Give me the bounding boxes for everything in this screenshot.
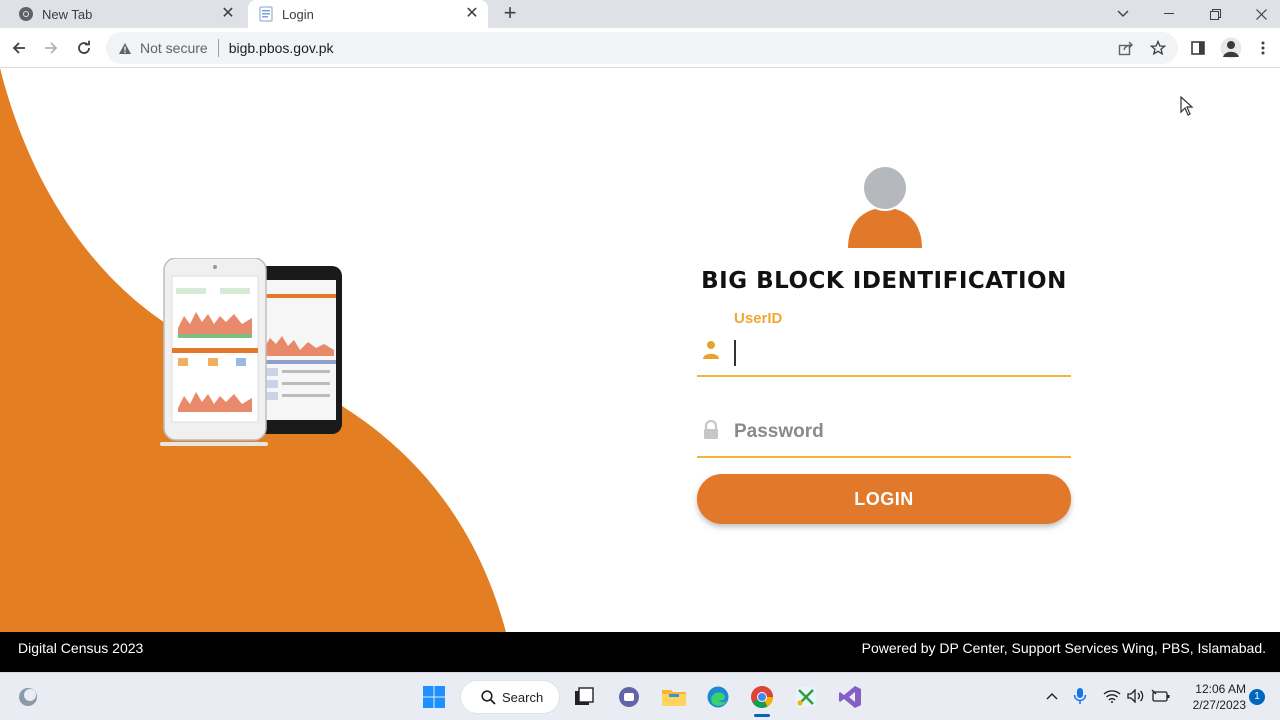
tab-new-tab[interactable]: New Tab ✕ [8, 0, 244, 28]
notification-badge[interactable]: 1 [1249, 689, 1265, 705]
lock-icon [704, 420, 718, 439]
bookmark-star-icon[interactable] [1146, 36, 1170, 60]
reload-icon[interactable] [72, 36, 96, 60]
close-tab-icon[interactable]: ✕ [462, 4, 482, 24]
restore-button[interactable] [1192, 0, 1238, 28]
address-bar[interactable]: Not secure bigb.pbos.gov.pk [106, 32, 1178, 64]
tab-login[interactable]: Login ✕ [248, 0, 488, 28]
userid-input[interactable] [739, 338, 1059, 368]
browser-toolbar: Not secure bigb.pbos.gov.pk [0, 28, 1280, 68]
login-page: BIG BLOCK IDENTIFICATION UserID LOGIN [0, 68, 1280, 632]
visual-studio-icon[interactable] [834, 681, 866, 713]
text-caret [734, 340, 736, 366]
microphone-icon[interactable] [1069, 685, 1091, 707]
volume-icon[interactable] [1125, 685, 1147, 707]
user-avatar-icon [848, 165, 922, 248]
edge-browser-icon[interactable] [702, 681, 734, 713]
clock-date: 2/27/2023 [1192, 698, 1246, 712]
page-footer: Digital Census 2023 Powered by DP Center… [0, 632, 1280, 672]
footer-left-text: Digital Census 2023 [18, 640, 144, 656]
divider [217, 39, 219, 57]
tab-title: Login [282, 6, 314, 22]
snipping-tool-icon[interactable] [790, 681, 822, 713]
forward-arrow-icon[interactable] [39, 36, 63, 60]
profile-avatar[interactable] [1219, 36, 1243, 60]
battery-icon[interactable] [1150, 685, 1172, 707]
active-app-indicator [754, 714, 770, 717]
search-icon [481, 689, 496, 705]
tab-search-icon[interactable] [1100, 0, 1146, 28]
new-tab-button[interactable]: + [498, 2, 522, 26]
tab-title: New Tab [42, 6, 93, 22]
warning-icon[interactable] [118, 42, 132, 55]
close-window-button[interactable] [1238, 0, 1280, 28]
back-arrow-icon[interactable] [7, 36, 31, 60]
menu-dots-icon[interactable] [1251, 36, 1275, 60]
start-windows-icon[interactable] [418, 681, 450, 713]
system-clock[interactable]: 12:06 AM 2/27/2023 [1182, 681, 1246, 713]
task-view-icon[interactable] [568, 681, 600, 713]
user-icon [703, 341, 719, 359]
userid-label: UserID [734, 310, 783, 327]
footer-right-text: Powered by DP Center, Support Services W… [861, 640, 1266, 656]
widgets-icon[interactable] [12, 681, 44, 713]
chrome-icon [18, 6, 34, 22]
windows-taskbar: Search 12:06 AM 2/27/2023 1 [0, 672, 1280, 720]
page-icon [258, 6, 274, 22]
search-label: Search [502, 689, 544, 705]
login-button[interactable]: LOGIN [697, 474, 1071, 524]
clock-time: 12:06 AM [1195, 682, 1246, 696]
phones-illustration [160, 258, 342, 446]
mouse-cursor-icon [1180, 96, 1194, 116]
password-field[interactable] [697, 410, 1071, 458]
share-icon[interactable] [1114, 36, 1138, 60]
password-input[interactable] [734, 418, 1054, 446]
chrome-taskbar-icon[interactable] [746, 681, 778, 713]
url-text[interactable]: bigb.pbos.gov.pk [229, 40, 334, 56]
security-status: Not secure [140, 40, 208, 56]
tab-strip: New Tab ✕ Login ✕ + [0, 0, 1280, 28]
side-panel-icon[interactable] [1186, 36, 1210, 60]
file-explorer-icon[interactable] [658, 681, 690, 713]
show-hidden-icons-chevron[interactable] [1041, 685, 1063, 707]
minimize-button[interactable] [1146, 0, 1192, 28]
login-title: BIG BLOCK IDENTIFICATION [701, 268, 1067, 294]
close-tab-icon[interactable]: ✕ [218, 4, 238, 24]
teams-chat-icon[interactable] [613, 681, 645, 713]
userid-field[interactable]: UserID [697, 310, 1071, 377]
taskbar-search[interactable]: Search [461, 681, 559, 713]
wifi-icon[interactable] [1101, 685, 1123, 707]
